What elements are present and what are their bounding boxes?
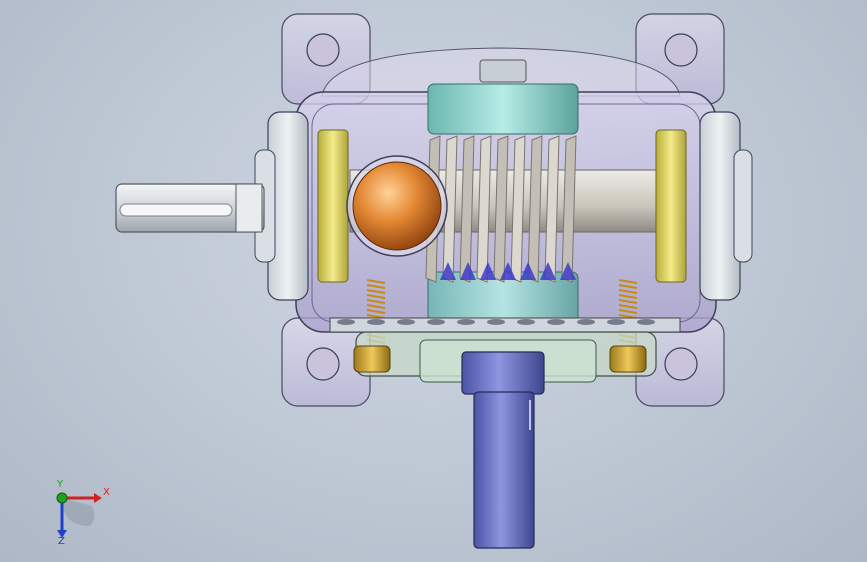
- gearbox-model[interactable]: [0, 0, 867, 562]
- plate-bolt: [367, 319, 385, 325]
- bearing-left: [317, 129, 349, 283]
- y-axis-dot: [56, 492, 68, 504]
- plate-bolt: [457, 319, 475, 325]
- plate-bolt: [427, 319, 445, 325]
- y-axis-label: Y: [57, 479, 64, 490]
- plate-bolt: [607, 319, 625, 325]
- z-axis-label: Z: [58, 536, 65, 547]
- bearing-right: [655, 129, 687, 283]
- plate-bolt: [637, 319, 655, 325]
- plate-bolt: [397, 319, 415, 325]
- input-shaft[interactable]: [115, 183, 265, 233]
- x-axis-label: X: [103, 487, 110, 498]
- oil-sight-ball: [346, 155, 448, 257]
- plate-bolt: [547, 319, 565, 325]
- gear-hub-upper: [427, 83, 579, 135]
- triad-shadow: [62, 498, 95, 526]
- x-axis-arrow: [94, 493, 102, 503]
- top-cap-bolt: [479, 59, 527, 83]
- end-cap-right: [699, 111, 753, 301]
- flange-bolt-right: [609, 345, 647, 373]
- cad-viewport[interactable]: X Y Z: [0, 0, 867, 562]
- output-shaft[interactable]: [461, 351, 545, 549]
- plate-bolt: [577, 319, 595, 325]
- orientation-triad: X Y Z: [40, 478, 120, 548]
- plate-bolt: [487, 319, 505, 325]
- flange-bolt-left: [353, 345, 391, 373]
- plate-bolt: [517, 319, 535, 325]
- plate-bolt: [337, 319, 355, 325]
- worm-threads: [425, 135, 577, 283]
